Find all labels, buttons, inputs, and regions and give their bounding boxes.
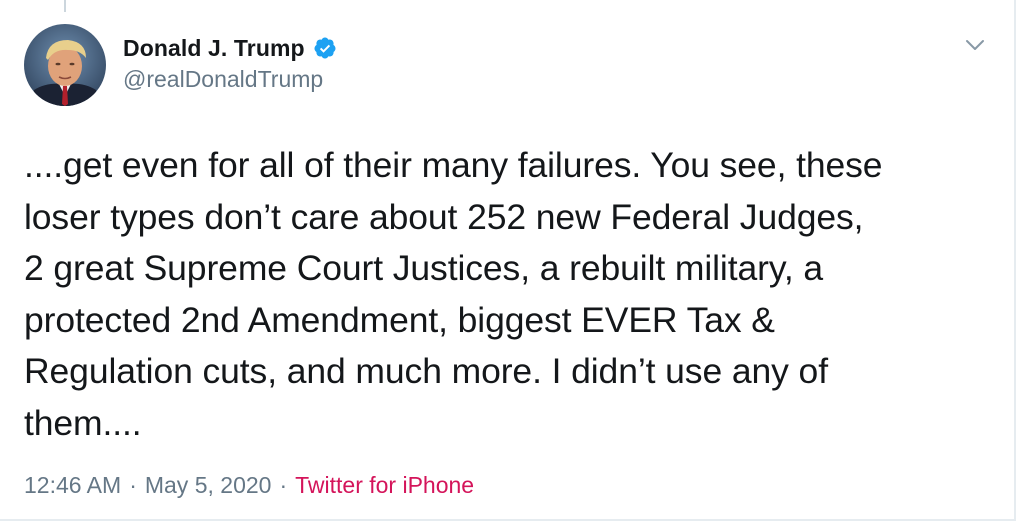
tweet-text-line: them.... — [24, 402, 142, 443]
verified-badge-icon — [313, 36, 337, 60]
avatar[interactable] — [24, 24, 106, 106]
chevron-down-icon[interactable] — [958, 30, 992, 60]
tweet-text-line: protected 2nd Amendment, biggest EVER Ta… — [24, 299, 775, 340]
tweet-text-line: loser types don’t care about 252 new Fed… — [24, 196, 864, 237]
author-name-row: Donald J. Trump — [123, 33, 337, 63]
tweet-time[interactable]: 12:46 AM — [24, 472, 121, 498]
meta-separator: · — [129, 472, 137, 498]
tweet-meta: 12:46 AM · May 5, 2020 · Twitter for iPhone — [24, 472, 474, 499]
meta-separator: · — [279, 472, 288, 498]
tweet-source-link[interactable]: Twitter for iPhone — [295, 472, 474, 498]
avatar-image — [24, 24, 106, 106]
author-handle[interactable]: @realDonaldTrump — [123, 66, 323, 93]
tweet-text-line: ....get even for all of their many failu… — [24, 145, 883, 185]
tweet-text-line: 2 great Supreme Court Justices, a rebuil… — [24, 248, 824, 288]
author-name[interactable]: Donald J. Trump — [123, 35, 305, 62]
thread-connector-line — [64, 0, 66, 12]
tweet-date[interactable]: May 5, 2020 — [145, 472, 272, 498]
tweet-card: Donald J. Trump @realDonaldTrump ....get… — [0, 0, 1016, 521]
tweet-text-line: Regulation cuts, and much more. I didn’t… — [24, 351, 828, 391]
tweet-text: ....get even for all of their many failu… — [24, 140, 994, 449]
